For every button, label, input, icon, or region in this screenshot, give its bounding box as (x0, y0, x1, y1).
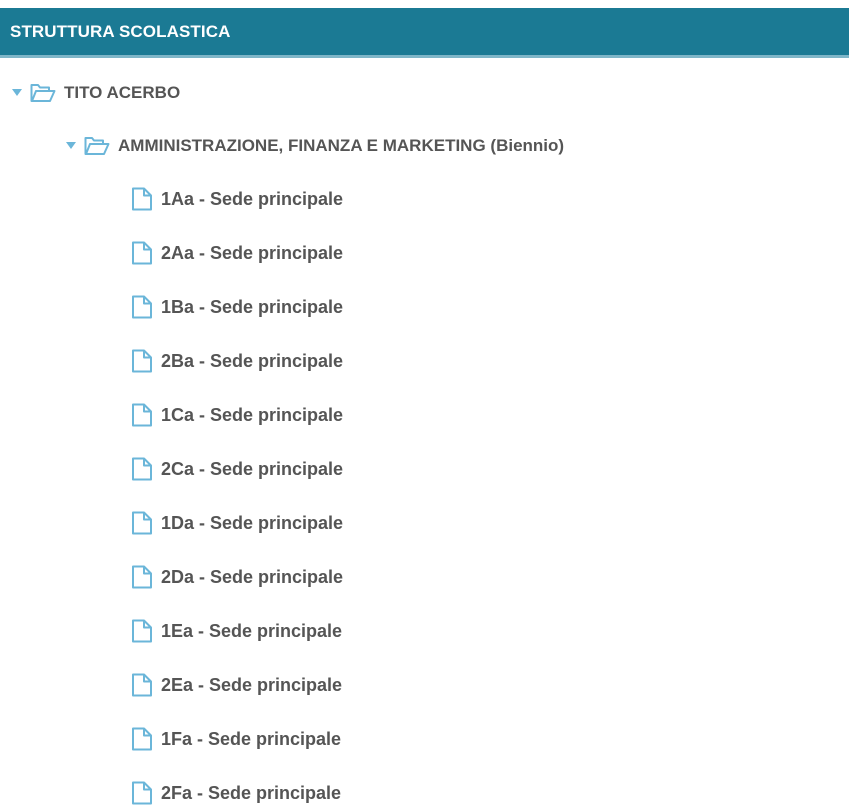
file-icon (131, 781, 153, 805)
folder-open-icon (30, 83, 56, 103)
tree-leaf-class[interactable]: 1Aa - Sede principale (131, 184, 343, 214)
file-icon (131, 727, 153, 751)
file-icon (131, 295, 153, 319)
caret-down-icon[interactable] (66, 141, 76, 151)
class-label: 1Fa - Sede principale (161, 728, 342, 749)
tree-leaf-class[interactable]: 1Ba - Sede principale (131, 292, 343, 322)
class-label: 1Ea - Sede principale (161, 620, 343, 641)
class-label: 2Fa - Sede principale (161, 782, 342, 803)
tree-leaf-class[interactable]: 2Ea - Sede principale (131, 670, 342, 700)
school-label: TITO ACERBO (64, 83, 181, 102)
tree-leaf-class[interactable]: 2Fa - Sede principale (131, 778, 341, 808)
tree-leaf-class[interactable]: 1Fa - Sede principale (131, 724, 341, 754)
class-label: 1Aa - Sede principale (161, 188, 344, 209)
tree-node-course[interactable]: AMMINISTRAZIONE, FINANZA E MARKETING (Bi… (66, 131, 564, 161)
class-label: 2Ea - Sede principale (161, 674, 343, 695)
class-label: 2Da - Sede principale (161, 566, 344, 587)
class-label: 1Ba - Sede principale (161, 296, 344, 317)
class-label: 1Da - Sede principale (161, 512, 344, 533)
file-icon (131, 511, 153, 535)
course-label: AMMINISTRAZIONE, FINANZA E MARKETING (Bi… (118, 136, 565, 155)
tree-leaf-class[interactable]: 1Ca - Sede principale (131, 400, 343, 430)
file-icon (131, 349, 153, 373)
file-icon (131, 619, 153, 643)
file-icon (131, 673, 153, 697)
folder-open-icon (84, 136, 110, 156)
tree-leaf-class[interactable]: 1Da - Sede principale (131, 508, 343, 538)
file-icon (131, 241, 153, 265)
file-icon (131, 457, 153, 481)
tree-leaf-class[interactable]: 2Aa - Sede principale (131, 238, 343, 268)
tree-leaf-class[interactable]: 1Ea - Sede principale (131, 616, 342, 646)
class-label: 2Ca - Sede principale (161, 458, 344, 479)
caret-down-icon[interactable] (12, 88, 22, 98)
class-label: 2Aa - Sede principale (161, 242, 344, 263)
file-icon (131, 187, 153, 211)
school-structure-panel: STRUTTURA SCOLASTICA TITO ACERBO AMMINIS… (0, 0, 849, 811)
class-label: 1Ca - Sede principale (161, 404, 344, 425)
tree-leaf-class[interactable]: 2Ba - Sede principale (131, 346, 343, 376)
tree-leaf-class[interactable]: 2Da - Sede principale (131, 562, 343, 592)
class-label: 2Ba - Sede principale (161, 350, 344, 371)
file-icon (131, 565, 153, 589)
file-icon (131, 403, 153, 427)
tree-leaf-class[interactable]: 2Ca - Sede principale (131, 454, 343, 484)
tree-node-school[interactable]: TITO ACERBO (12, 78, 180, 108)
structure-tree: TITO ACERBO AMMINISTRAZIONE, FINANZA E M… (0, 0, 849, 811)
